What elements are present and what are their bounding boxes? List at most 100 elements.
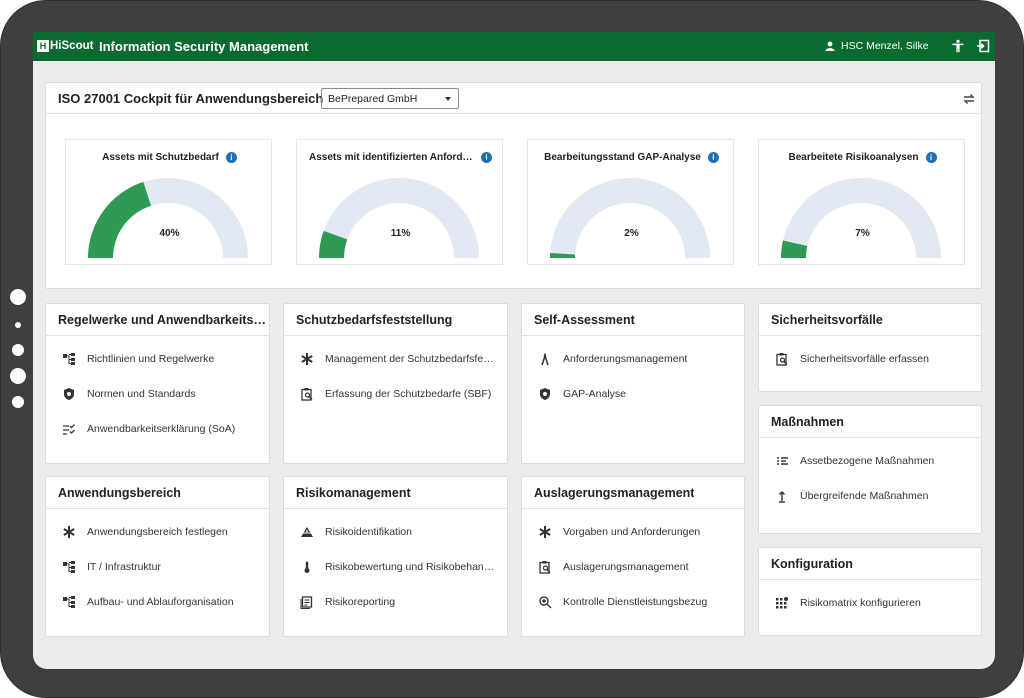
accessibility-icon[interactable] [951,39,965,53]
cockpit-title: ISO 27001 Cockpit für Anwendungsbereich [58,91,324,106]
gauge-card[interactable]: Bearbeitungsstand GAP-Analyse i 2% [527,139,734,265]
module-tile: Maßnahmen Assetbezogene Maßnahmen Übergr… [758,405,982,534]
organization-select-value: BePrepared GmbH [328,93,418,105]
gauge-track [550,178,710,258]
tile-link[interactable]: IT / Infrastruktur [62,558,161,576]
tile-link-label: Risikomatrix konfigurieren [800,597,921,609]
tile-link[interactable]: Anwendungsbereich festlegen [62,523,228,541]
tile-header: Konfiguration [759,548,981,580]
tile-link[interactable]: Richtlinien und Regelwerke [62,350,214,368]
gauge-card[interactable]: Assets mit identifizierten Anforderungen… [296,139,503,265]
gauge-title: Assets mit Schutzbedarf i [66,152,273,163]
tile-link[interactable]: Risikobewertung und Risikobehandlung [300,558,497,576]
frame-dot [12,396,24,408]
tile-title: Regelwerke und Anwendbarkeitserklärung [58,313,268,327]
tile-link[interactable]: Erfassung der Schutzbedarfe (SBF) [300,385,491,403]
organization-select[interactable]: BePrepared GmbH [321,88,459,109]
gauge-title-text: Bearbeitete Risikoanalysen [788,152,919,163]
info-icon[interactable]: i [225,152,237,163]
gauge-fill [88,181,151,258]
user-icon [825,41,835,51]
tile-header: Self-Assessment [522,304,744,336]
gauge-value: 7% [855,228,870,239]
tile-link-label: Erfassung der Schutzbedarfe (SBF) [325,388,492,400]
tile-link-label: Risikobewertung und Risikobehandlung [325,561,497,573]
upload-icon [779,491,785,503]
tile-link[interactable]: Kontrolle Dienstleistungsbezug [538,593,707,611]
clipboard-search-icon [776,353,788,366]
tile-link[interactable]: Auslagerungsmanagement [538,558,689,576]
gauge-value: 2% [624,228,639,239]
tile-link-label: Anwendungsbereich festlegen [87,526,228,538]
frame-dot [12,344,24,356]
tile-link-label: Normen und Standards [87,388,196,400]
tile-link-label: Auslagerungsmanagement [563,561,689,573]
caret-down-icon [445,97,451,101]
report-icon [300,596,313,609]
tile-link-label: Anforderungsmanagement [563,353,688,365]
gauge-title-text: Assets mit Schutzbedarf [102,152,219,163]
cockpit-header: ISO 27001 Cockpit für Anwendungsbereich … [46,83,981,114]
module-tile: Schutzbedarfsfeststellung Management der… [283,303,508,464]
frame-dot [15,322,21,328]
tile-link[interactable]: Anforderungsmanagement [538,350,687,368]
gauge-chart [88,178,248,258]
info-icon[interactable]: i [707,152,719,163]
tile-link-label: Assetbezogene Maßnahmen [800,455,935,467]
info-icon[interactable]: i [925,152,937,163]
info-icon[interactable]: i [481,152,492,163]
thermometer-icon [304,561,310,573]
tile-title: Konfiguration [771,557,853,571]
tile-link[interactable]: Assetbezogene Maßnahmen [775,452,934,470]
shield-icon [540,388,550,400]
tile-link[interactable]: Anwendbarkeitserklärung (SoA) [62,420,235,438]
tile-link[interactable]: Aufbau- und Ablauforganisation [62,593,234,611]
gauge-title-text: Assets mit identifizierten Anforderungen [309,152,474,163]
asterisk-icon [301,353,313,365]
logout-icon[interactable] [976,39,990,53]
tile-link-label: Risikoidentifikation [325,526,412,538]
tile-link[interactable]: GAP-Analyse [538,385,626,403]
checklist-icon [63,424,75,435]
app-title: Information Security Management [99,39,309,54]
tile-link[interactable]: Sicherheitsvorfälle erfassen [775,350,929,368]
hazard-icon [301,527,313,537]
gauge-value: 11% [390,228,411,239]
tile-link-label: Übergreifende Maßnahmen [800,490,929,502]
tile-header: Anwendungsbereich [46,477,269,509]
list-bullet-icon [777,457,788,465]
frame-dot [10,368,26,384]
tile-header: Maßnahmen [759,406,981,438]
tile-title: Anwendungsbereich [58,486,181,500]
tile-link[interactable]: Übergreifende Maßnahmen [775,487,928,505]
gauge-chart [319,178,479,258]
tile-title: Auslagerungsmanagement [534,486,695,500]
tile-link[interactable]: Risikomatrix konfigurieren [775,594,921,612]
gauge-chart [781,178,941,258]
hierarchy-icon [63,353,75,365]
tile-title: Risikomanagement [296,486,411,500]
module-tile: Self-Assessment Anforderungsmanagement G… [521,303,745,464]
gauge-title: Bearbeitungsstand GAP-Analyse i [528,152,735,163]
gauge-value: 40% [159,228,180,239]
tile-link[interactable]: Risikoidentifikation [300,523,412,541]
user-menu[interactable]: HSC Menzel, Silke [825,40,929,52]
hiscout-logo[interactable]: H HiScout [37,40,93,52]
tile-link-label: Sicherheitsvorfälle erfassen [800,353,929,365]
switch-icon[interactable] [962,92,976,106]
zoom-icon [539,596,552,609]
hierarchy-icon [63,561,75,573]
tile-link[interactable]: Risikoreporting [300,593,395,611]
gauge-card[interactable]: Bearbeitete Risikoanalysen i 7% [758,139,965,265]
tile-header: Auslagerungsmanagement [522,477,744,509]
tile-link[interactable]: Management der Schutzbedarfsfeststellung [300,350,497,368]
tile-link-label: Risikoreporting [325,596,396,608]
tile-header: Regelwerke und Anwendbarkeitserklärung [46,304,269,336]
gauge-card[interactable]: Assets mit Schutzbedarf i 40% [65,139,272,265]
tile-link-label: Aufbau- und Ablauforganisation [87,596,234,608]
gauge-title: Assets mit identifizierten Anforderungen… [297,152,504,163]
tile-link[interactable]: Vorgaben und Anforderungen [538,523,700,541]
tile-link-label: Vorgaben und Anforderungen [563,526,701,538]
tile-link[interactable]: Normen und Standards [62,385,196,403]
module-tile: Konfiguration Risikomatrix konfigurieren [758,547,982,636]
